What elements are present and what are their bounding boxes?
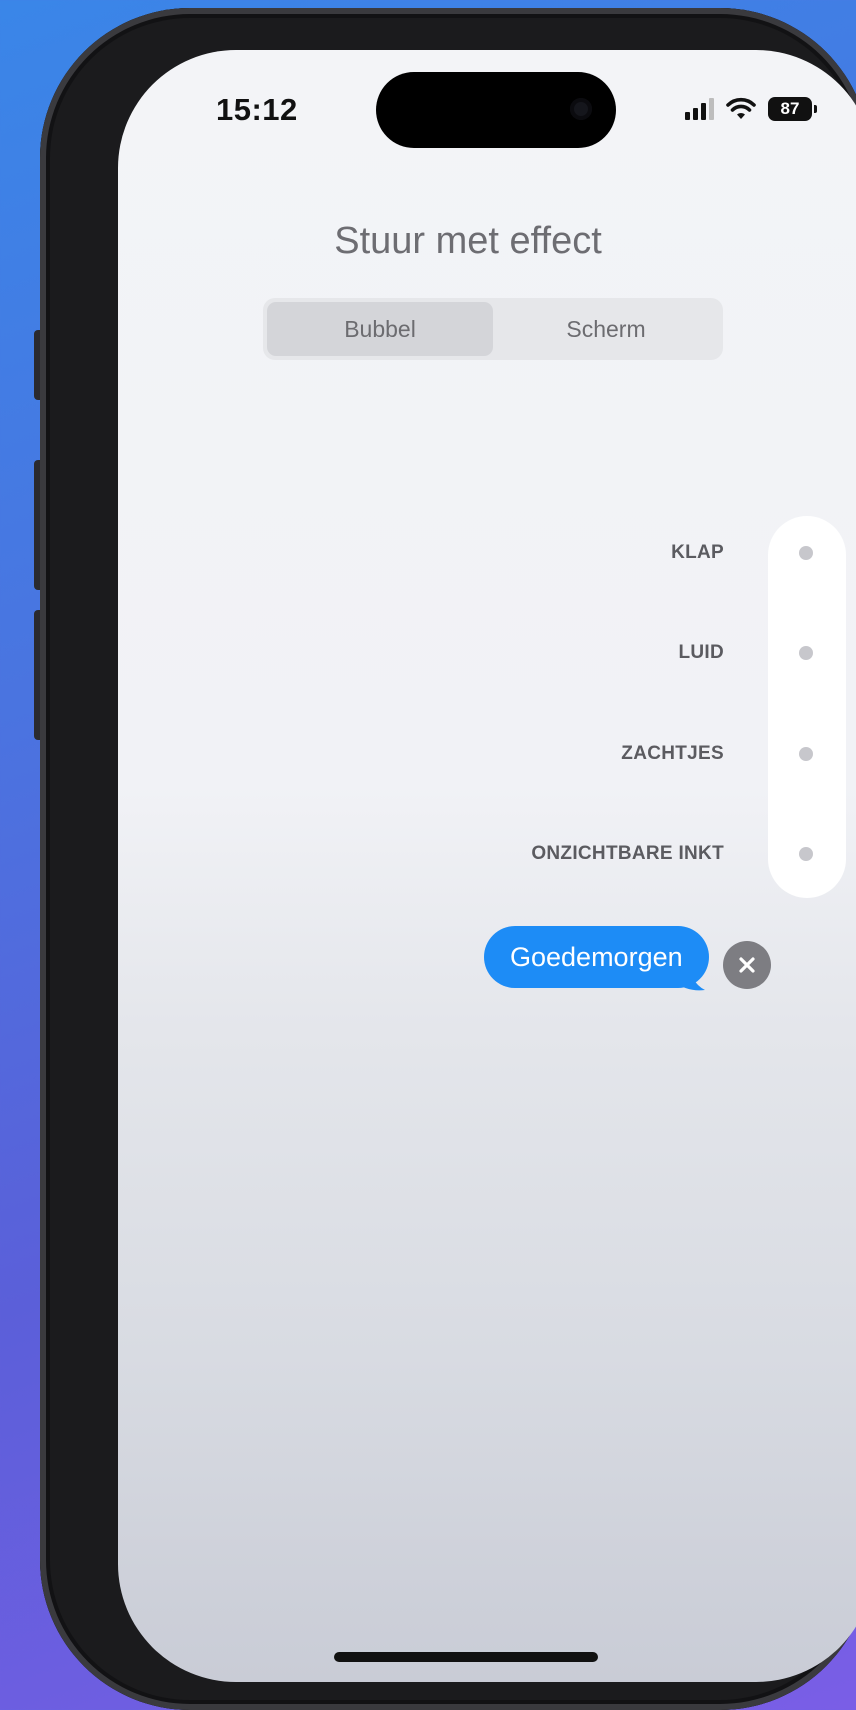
screen: 15:12 87 Stuur met effect Bubbel Scherm … (118, 50, 856, 1682)
dynamic-island (376, 72, 616, 148)
effect-radio-dot[interactable] (799, 646, 813, 660)
close-icon (739, 957, 755, 973)
effect-label: LUID (678, 642, 724, 663)
wifi-icon (726, 97, 756, 119)
message-text: Goedemorgen (510, 941, 683, 972)
effect-radio-dot[interactable] (799, 847, 813, 861)
front-camera-icon (570, 98, 592, 120)
cancel-effect-button[interactable] (723, 941, 771, 989)
effect-option-klap[interactable]: KLAP (418, 533, 813, 573)
effect-radio-dot[interactable] (799, 546, 813, 560)
status-time: 15:12 (216, 92, 298, 127)
effect-radio-dot[interactable] (799, 747, 813, 761)
effect-option-zachtjes[interactable]: ZACHTJES (418, 734, 813, 774)
status-icons: 87 (685, 94, 817, 124)
phone-frame: 15:12 87 Stuur met effect Bubbel Scherm … (40, 8, 856, 1710)
battery-indicator: 87 (768, 97, 817, 121)
tab-bubbel[interactable]: Bubbel (267, 302, 493, 356)
tab-scherm[interactable]: Scherm (493, 302, 719, 356)
effect-type-segmented-control: Bubbel Scherm (263, 298, 723, 360)
message-bubble: Goedemorgen (484, 926, 709, 988)
effect-option-onzichtbare-inkt[interactable]: ONZICHTBARE INKT (418, 834, 813, 874)
effect-label: ONZICHTBARE INKT (531, 843, 724, 864)
cellular-signal-icon (685, 98, 714, 120)
effect-label: ZACHTJES (621, 743, 724, 764)
effect-option-luid[interactable]: LUID (418, 633, 813, 673)
home-indicator[interactable] (334, 1652, 598, 1662)
effect-label: KLAP (671, 542, 724, 563)
page-title: Stuur met effect (334, 220, 602, 262)
battery-level: 87 (780, 99, 800, 118)
